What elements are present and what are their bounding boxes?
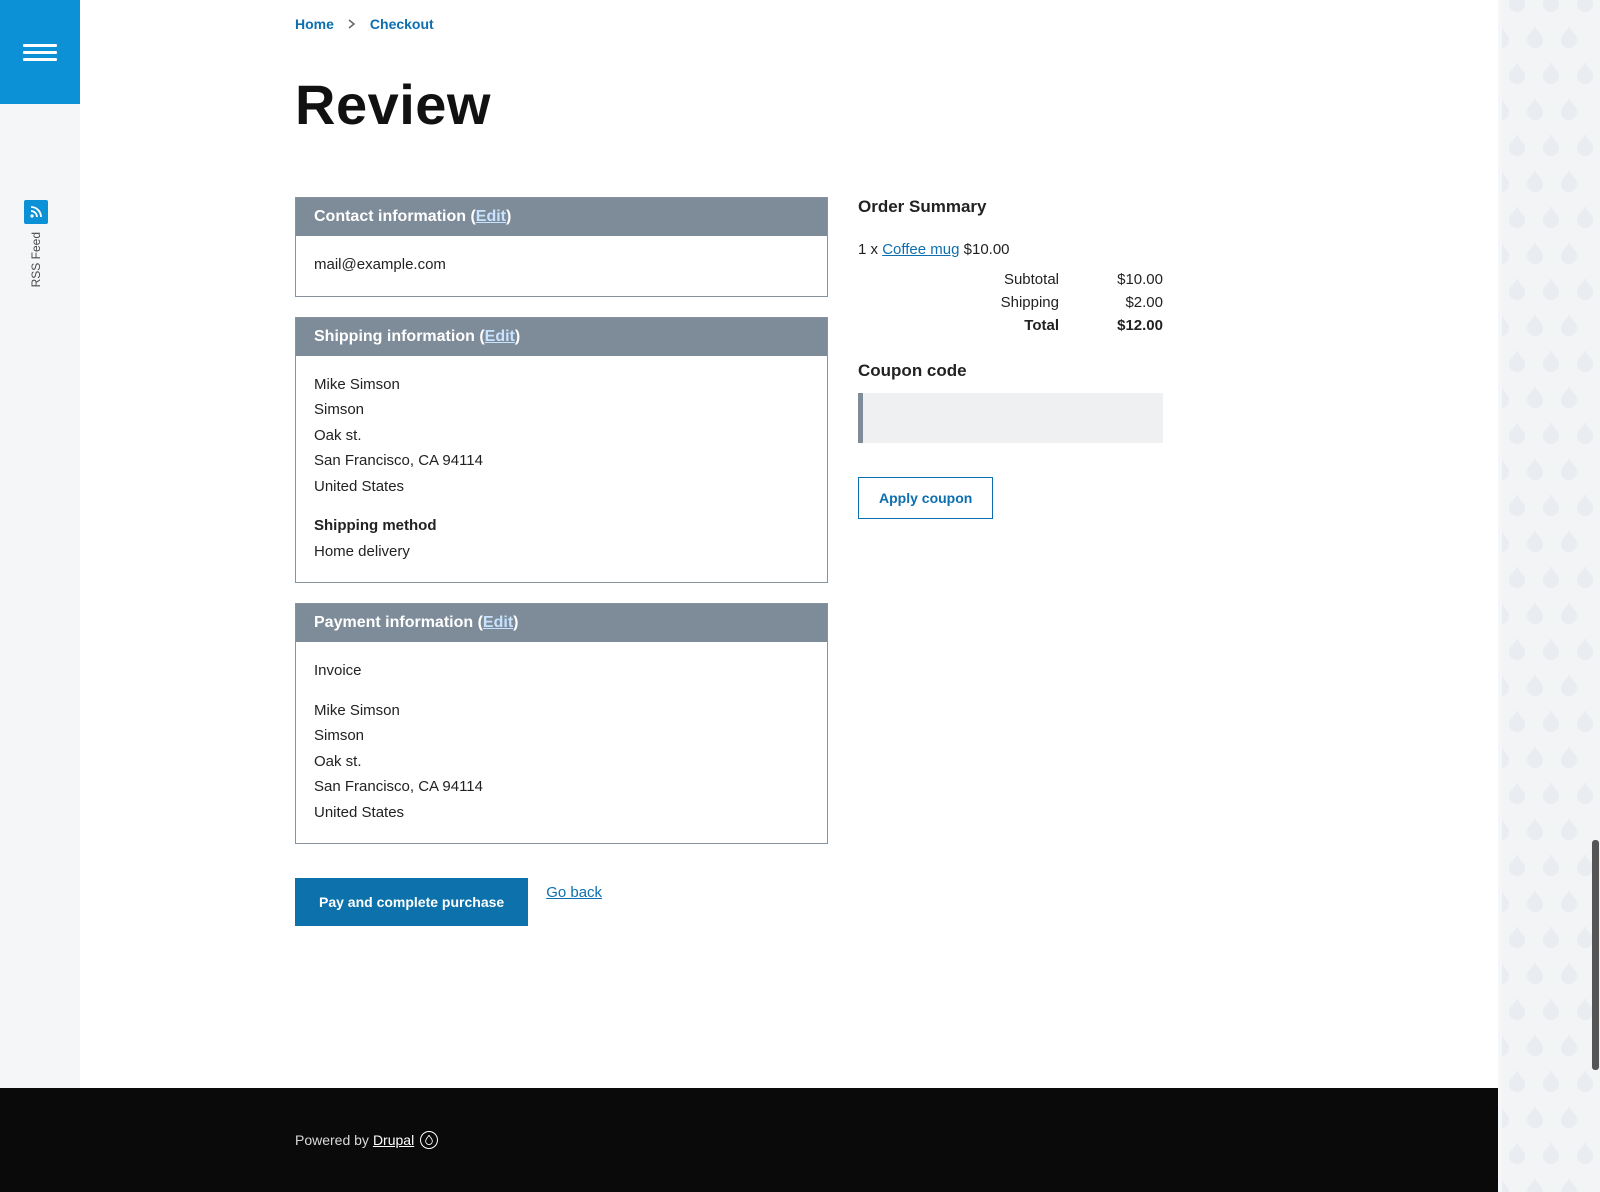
chevron-right-icon	[348, 19, 356, 29]
contact-panel: Contact information (Edit) mail@example.…	[295, 197, 828, 297]
breadcrumb: Home Checkout	[295, 16, 1498, 32]
scrollbar[interactable]	[1591, 0, 1600, 1192]
shipping-country: United States	[314, 474, 809, 500]
coupon-title: Coupon code	[858, 361, 1163, 381]
rss-icon	[24, 200, 48, 224]
payment-edit-link[interactable]: Edit	[483, 614, 513, 631]
scrollbar-thumb[interactable]	[1592, 840, 1599, 1070]
order-line-item: 1 x Coffee mug $10.00	[858, 241, 1163, 258]
hamburger-icon	[23, 40, 57, 65]
total-value: $12.00	[1099, 317, 1163, 334]
pay-button[interactable]: Pay and complete purchase	[295, 878, 528, 926]
shipping-cost-label: Shipping	[979, 294, 1059, 311]
payment-method: Invoice	[314, 658, 809, 684]
item-price: $10.00	[959, 241, 1009, 258]
contact-email: mail@example.com	[314, 252, 809, 278]
footer-drupal-link[interactable]: Drupal	[373, 1132, 414, 1148]
breadcrumb-checkout[interactable]: Checkout	[370, 16, 434, 32]
shipping-street: Oak st.	[314, 423, 809, 449]
pattern-strip	[1502, 0, 1600, 1192]
item-name-link[interactable]: Coffee mug	[882, 241, 959, 258]
order-summary-title: Order Summary	[858, 197, 1163, 217]
subtotal-value: $10.00	[1099, 271, 1163, 288]
total-label: Total	[979, 317, 1059, 334]
shipping-company: Simson	[314, 397, 809, 423]
payment-panel: Payment information (Edit) Invoice Mike …	[295, 603, 828, 844]
shipping-cost-value: $2.00	[1099, 294, 1163, 311]
apply-coupon-button[interactable]: Apply coupon	[858, 477, 993, 519]
shipping-edit-link[interactable]: Edit	[485, 328, 515, 345]
shipping-method-label: Shipping method	[314, 513, 809, 539]
coupon-input[interactable]	[858, 393, 1163, 443]
payment-city: San Francisco, CA 94114	[314, 774, 809, 800]
footer: Powered by Drupal	[0, 1088, 1498, 1192]
item-qty: 1 x	[858, 241, 882, 258]
shipping-city: San Francisco, CA 94114	[314, 448, 809, 474]
shipping-panel-header: Shipping information (Edit)	[296, 318, 827, 356]
contact-panel-header: Contact information (Edit)	[296, 198, 827, 236]
menu-toggle[interactable]	[0, 0, 80, 104]
payment-country: United States	[314, 800, 809, 826]
content-panel: Home Checkout Review Contact information…	[80, 0, 1498, 1088]
contact-edit-link[interactable]: Edit	[476, 208, 506, 225]
footer-powered: Powered by	[295, 1132, 369, 1148]
order-totals: Subtotal $10.00 Shipping $2.00 Total $12…	[858, 268, 1163, 337]
shipping-name: Mike Simson	[314, 372, 809, 398]
go-back-link[interactable]: Go back	[546, 884, 602, 901]
shipping-title: Shipping information	[314, 328, 475, 345]
contact-title: Contact information	[314, 208, 466, 225]
payment-company: Simson	[314, 723, 809, 749]
shipping-method-value: Home delivery	[314, 539, 809, 565]
breadcrumb-home[interactable]: Home	[295, 16, 334, 32]
rss-rail[interactable]: RSS Feed	[24, 200, 48, 287]
payment-title: Payment information	[314, 614, 473, 631]
page-title: Review	[295, 72, 1498, 137]
shipping-panel: Shipping information (Edit) Mike Simson …	[295, 317, 828, 584]
action-row: Pay and complete purchase Go back	[295, 878, 828, 926]
payment-panel-header: Payment information (Edit)	[296, 604, 827, 642]
drupal-icon	[420, 1131, 438, 1149]
subtotal-label: Subtotal	[979, 271, 1059, 288]
rss-label: RSS Feed	[29, 232, 43, 287]
payment-name: Mike Simson	[314, 698, 809, 724]
payment-street: Oak st.	[314, 749, 809, 775]
